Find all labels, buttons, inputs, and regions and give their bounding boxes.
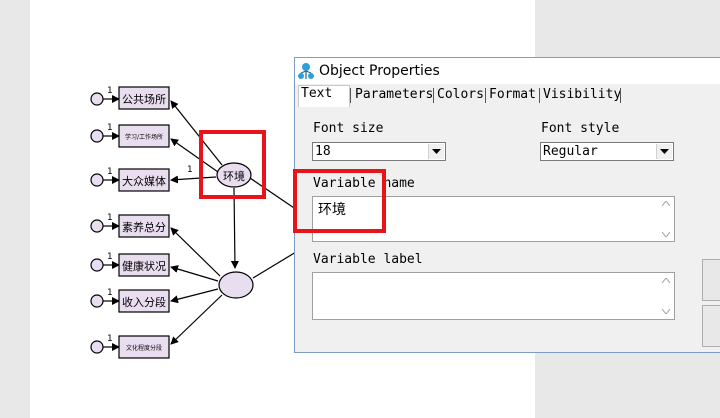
highlight-box-variable-name <box>293 169 386 233</box>
highlight-overlay <box>293 169 386 233</box>
